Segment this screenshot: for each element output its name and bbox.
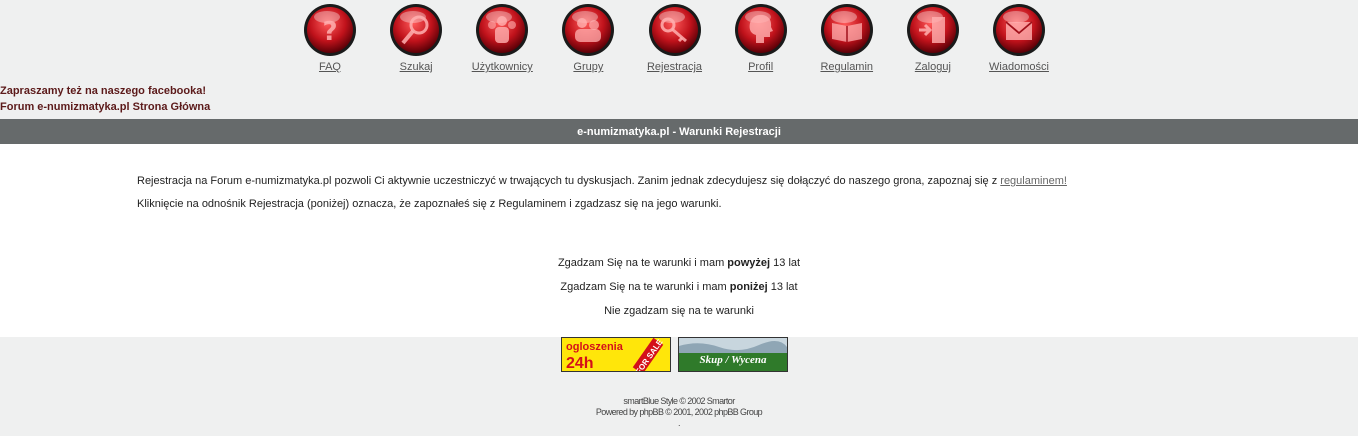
- terms-panel: Rejestracja na Forum e-numizmatyka.pl po…: [0, 144, 1358, 337]
- nav-login[interactable]: Zaloguj: [890, 0, 976, 74]
- login-door-icon: [906, 4, 959, 56]
- choice-text: Zgadzam Się na te warunki i mam: [560, 281, 730, 293]
- buy-banner-text: Skup / Wycena: [699, 354, 767, 366]
- nav-rules[interactable]: Regulamin: [804, 0, 890, 74]
- nav-label: Wiadomości: [989, 61, 1049, 73]
- nav-label: Grupy: [573, 61, 604, 73]
- ads-banner-line2: 24h: [566, 355, 594, 371]
- envelope-icon: [993, 4, 1045, 56]
- forum-home-link[interactable]: Forum e-numizmatyka.pl Strona Główna: [0, 101, 210, 113]
- nav-groups[interactable]: Grupy: [545, 0, 631, 74]
- group-icon: [562, 4, 615, 56]
- agree-over-13-link[interactable]: Zgadzam Się na te warunki i mam powyżej …: [0, 257, 1358, 269]
- rules-link[interactable]: regulaminem!: [1000, 175, 1067, 187]
- footer-dot: .: [678, 418, 681, 428]
- profile-head-icon: [734, 4, 787, 56]
- facebook-link[interactable]: Zapraszamy też na naszego facebooka!: [0, 85, 206, 97]
- footer-phpbb-credit: Powered by phpBB © 2001, 2002 phpBB Grou…: [595, 407, 763, 417]
- nav-register[interactable]: Rejestracja: [632, 0, 718, 74]
- page-title: e-numizmatyka.pl - Warunki Rejestracji: [0, 119, 1358, 144]
- buy-valuation-banner[interactable]: Skup / Wycena: [678, 337, 788, 372]
- nav-label: Szukaj: [399, 61, 433, 73]
- nav-search[interactable]: Szukaj: [373, 0, 459, 74]
- nav-label: Regulamin: [820, 61, 874, 73]
- magnifier-icon: [390, 4, 443, 56]
- question-icon: ?: [304, 4, 356, 56]
- terms-paragraph-1: Rejestracja na Forum e-numizmatyka.pl po…: [137, 175, 1067, 187]
- choice-text: Zgadzam Się na te warunki i mam: [557, 257, 728, 269]
- ads-24h-banner[interactable]: ogloszenia 24h FOR SALE: [561, 337, 671, 372]
- nav-label: Zaloguj: [914, 61, 951, 73]
- nav-label: Użytkownicy: [471, 61, 533, 73]
- nav-faq[interactable]: ? FAQ: [287, 0, 373, 74]
- key-icon: [648, 4, 701, 56]
- choice-emphasis: powyżej: [727, 257, 771, 269]
- svg-text:?: ?: [322, 17, 337, 47]
- ads-banner-graphic: ogloszenia 24h FOR SALE: [562, 338, 670, 371]
- nav-label: Profil: [748, 61, 774, 73]
- choice-text: 13 lat: [767, 281, 798, 293]
- choice-text: 13 lat: [770, 257, 801, 269]
- agree-under-13-link[interactable]: Zgadzam Się na te warunki i mam poniżej …: [0, 281, 1358, 293]
- nav-label: FAQ: [318, 61, 341, 73]
- users-icon: [476, 4, 529, 56]
- terms-paragraph-2: Kliknięcie na odnośnik Rejestracja (poni…: [137, 198, 722, 210]
- terms-text: Rejestracja na Forum e-numizmatyka.pl po…: [137, 175, 1001, 187]
- ads-banner-line1: ogloszenia: [566, 341, 624, 353]
- book-icon: [820, 4, 873, 56]
- page-title-text: e-numizmatyka.pl - Warunki Rejestracji: [577, 125, 781, 138]
- nav-users[interactable]: Użytkownicy: [459, 0, 545, 74]
- buy-banner-graphic: Skup / Wycena: [679, 338, 787, 371]
- nav-profile[interactable]: Profil: [718, 0, 804, 74]
- top-navbar: ? FAQ Szukaj Użytkownicy Grupy Rejestrac…: [287, 0, 1062, 74]
- nav-messages[interactable]: Wiadomości: [976, 0, 1062, 74]
- disagree-link[interactable]: Nie zgadzam się na te warunki: [0, 305, 1358, 317]
- nav-label: Rejestracja: [646, 61, 703, 73]
- choice-emphasis: poniżej: [729, 281, 768, 293]
- footer-style-credit: smartBlue Style © 2002 Smartor: [623, 396, 735, 406]
